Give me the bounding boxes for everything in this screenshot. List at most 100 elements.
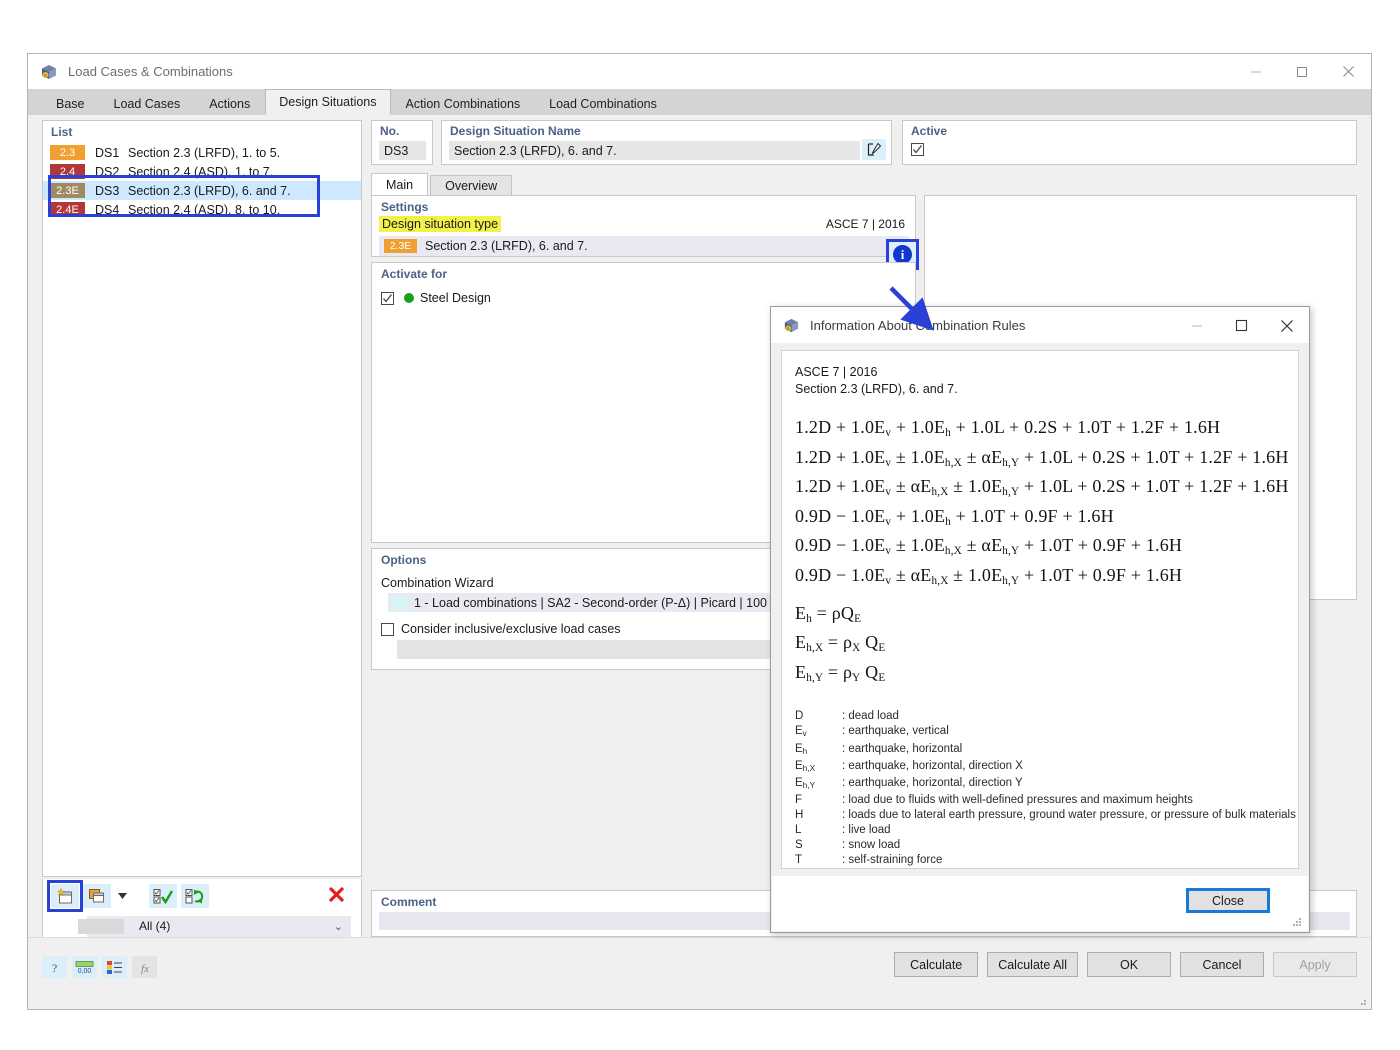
list-item[interactable]: 2.4E DS4 Section 2.4 (ASD), 8. to 10. (43, 200, 361, 219)
row-name: Section 2.3 (LRFD), 1. to 5. (128, 146, 280, 160)
footer-button-bar: Calculate Calculate All OK Cancel Apply (894, 952, 1357, 977)
resize-grip[interactable] (1357, 996, 1367, 1006)
delete-x-icon[interactable] (328, 886, 345, 907)
formula-icon[interactable]: fx (132, 956, 157, 978)
main-tabstrip: Base Load Cases Actions Design Situation… (28, 89, 1371, 115)
dialog-window-controls (1174, 308, 1309, 343)
tab-design-situations[interactable]: Design Situations (265, 89, 390, 115)
tab-label: Overview (445, 179, 497, 193)
row-number: DS3 (95, 184, 128, 198)
formula-gap (795, 595, 1298, 603)
formula-row: 1.2D + 1.0Ev ± 1.0Eh,X ± αEh,Y + 1.0L + … (795, 447, 1298, 475)
legend-row: L: live load (795, 823, 1298, 838)
tab-base[interactable]: Base (42, 92, 99, 115)
filter-color-swatch (78, 919, 124, 934)
list-item[interactable]: 2.3 DS1 Section 2.3 (LRFD), 1. to 5. (43, 143, 361, 162)
app-cube-icon: 6 (783, 317, 800, 334)
active-checkbox[interactable] (911, 143, 924, 156)
row-badge: 2.3E (50, 183, 85, 198)
dialog-minimize-button[interactable] (1174, 308, 1219, 344)
legend-symbol: D (795, 709, 842, 724)
color-legend-icon[interactable] (102, 956, 127, 978)
definition-formula-row: Eh,X = ρX QE (795, 632, 1298, 660)
row-name: Section 2.3 (LRFD), 6. and 7. (128, 184, 291, 198)
legend-definition: : earthquake, horizontal, direction Y (842, 776, 1023, 793)
new-item-icon[interactable] (51, 884, 79, 908)
combination-formulas: 1.2D + 1.0Ev + 1.0Eh + 1.0L + 0.2S + 1.0… (782, 397, 1298, 689)
consider-inclusive-exclusive-checkbox[interactable] (381, 623, 394, 636)
edit-pencil-icon[interactable] (862, 139, 886, 160)
app-cube-icon: 6 (40, 63, 58, 81)
close-button[interactable]: Close (1186, 888, 1270, 913)
dialog-header-standard: ASCE 7 | 2016 (782, 351, 1298, 380)
name-label: Design Situation Name (442, 121, 891, 138)
activate-item-label: Steel Design (420, 291, 491, 305)
tab-load-combinations[interactable]: Load Combinations (535, 92, 671, 115)
close-button[interactable] (1325, 54, 1371, 89)
tab-label: Actions (209, 97, 250, 111)
steel-design-checkbox[interactable] (381, 292, 394, 305)
formula-row: 0.9D − 1.0Ev ± αEh,X ± 1.0Eh,Y + 1.0T + … (795, 565, 1298, 593)
symbol-legend: D: dead load Ev: earthquake, vertical Eh… (782, 691, 1298, 869)
legend-row: Eh,Y: earthquake, horizontal, direction … (795, 776, 1298, 793)
row-number: DS2 (95, 165, 128, 179)
legend-row: ρ: redundancy factor (795, 868, 1298, 869)
legend-row: H: loads due to lateral earth pressure, … (795, 808, 1298, 823)
design-situation-type-combo[interactable]: 2.3E Section 2.3 (LRFD), 6. and 7. ⌄ (379, 236, 909, 256)
tab-actions[interactable]: Actions (195, 92, 264, 115)
formula-row: 1.2D + 1.0Ev ± αEh,X ± 1.0Eh,Y + 1.0L + … (795, 476, 1298, 504)
list-toolbar (42, 879, 362, 913)
list-filter-value: All (4) (139, 919, 170, 933)
tab-label: Design Situations (279, 95, 376, 109)
legend-definition: : live load (842, 823, 891, 838)
duplicate-icon[interactable] (83, 884, 111, 908)
invert-selection-icon[interactable] (181, 884, 209, 908)
legend-symbol: Eh,Y (795, 776, 842, 793)
activate-item-steel-design[interactable]: Steel Design (372, 291, 915, 305)
ok-button[interactable]: OK (1087, 952, 1171, 977)
definition-formula-row: Eh = ρQE (795, 603, 1298, 631)
number-value: DS3 (379, 141, 426, 160)
dialog-maximize-button[interactable] (1219, 308, 1264, 344)
minimize-button[interactable] (1233, 54, 1279, 89)
wizard-color-swatch (391, 596, 408, 610)
list-item-selected[interactable]: 2.3E DS3 Section 2.3 (LRFD), 6. and 7. (43, 181, 361, 200)
legend-symbol: H (795, 808, 842, 823)
tab-label: Action Combinations (406, 97, 521, 111)
dialog-footer: Close (772, 876, 1308, 931)
window-titlebar: 6 Load Cases & Combinations (28, 54, 1371, 89)
check-all-icon[interactable] (149, 884, 177, 908)
formula-row: 0.9D − 1.0Ev ± 1.0Eh,X ± αEh,Y + 1.0T + … (795, 535, 1298, 563)
cancel-button[interactable]: Cancel (1180, 952, 1264, 977)
list-item[interactable]: 2.4 DS2 Section 2.4 (ASD), 1. to 7. (43, 162, 361, 181)
design-situation-name-input[interactable]: Section 2.3 (LRFD), 6. and 7. (449, 141, 860, 160)
maximize-button[interactable] (1279, 54, 1325, 89)
row-badge: 2.4 (50, 164, 85, 179)
legend-symbol: F (795, 793, 842, 808)
consider-inclusive-exclusive-label: Consider inclusive/exclusive load cases (401, 622, 621, 636)
chevron-down-icon[interactable]: ⌄ (334, 920, 343, 933)
window-title: Load Cases & Combinations (68, 64, 233, 79)
chevron-down-icon[interactable] (115, 884, 129, 908)
tab-main[interactable]: Main (371, 173, 428, 195)
row-badge: 2.4E (50, 202, 85, 217)
legend-row: T: self-straining force (795, 853, 1298, 868)
tab-action-combinations[interactable]: Action Combinations (392, 92, 535, 115)
row-name: Section 2.4 (ASD), 1. to 7. (128, 165, 273, 179)
tab-label: Base (56, 97, 85, 111)
numeric-format-icon[interactable]: 0,00 (72, 956, 97, 978)
legend-symbol: Eh (795, 742, 842, 759)
legend-row: F: load due to fluids with well-defined … (795, 793, 1298, 808)
legend-definition: : earthquake, horizontal (842, 742, 962, 759)
tab-overview[interactable]: Overview (430, 175, 512, 195)
legend-symbol: Eh,X (795, 759, 842, 776)
settings-title: Settings (372, 196, 915, 214)
legend-symbol: L (795, 823, 842, 838)
calculate-all-button[interactable]: Calculate All (987, 952, 1078, 977)
number-box: No. DS3 (371, 120, 433, 165)
calculate-button[interactable]: Calculate (894, 952, 978, 977)
dialog-close-button[interactable] (1264, 308, 1309, 344)
tab-load-cases[interactable]: Load Cases (100, 92, 195, 115)
dialog-resize-grip[interactable] (1291, 916, 1301, 926)
help-icon[interactable]: ? (42, 956, 67, 978)
